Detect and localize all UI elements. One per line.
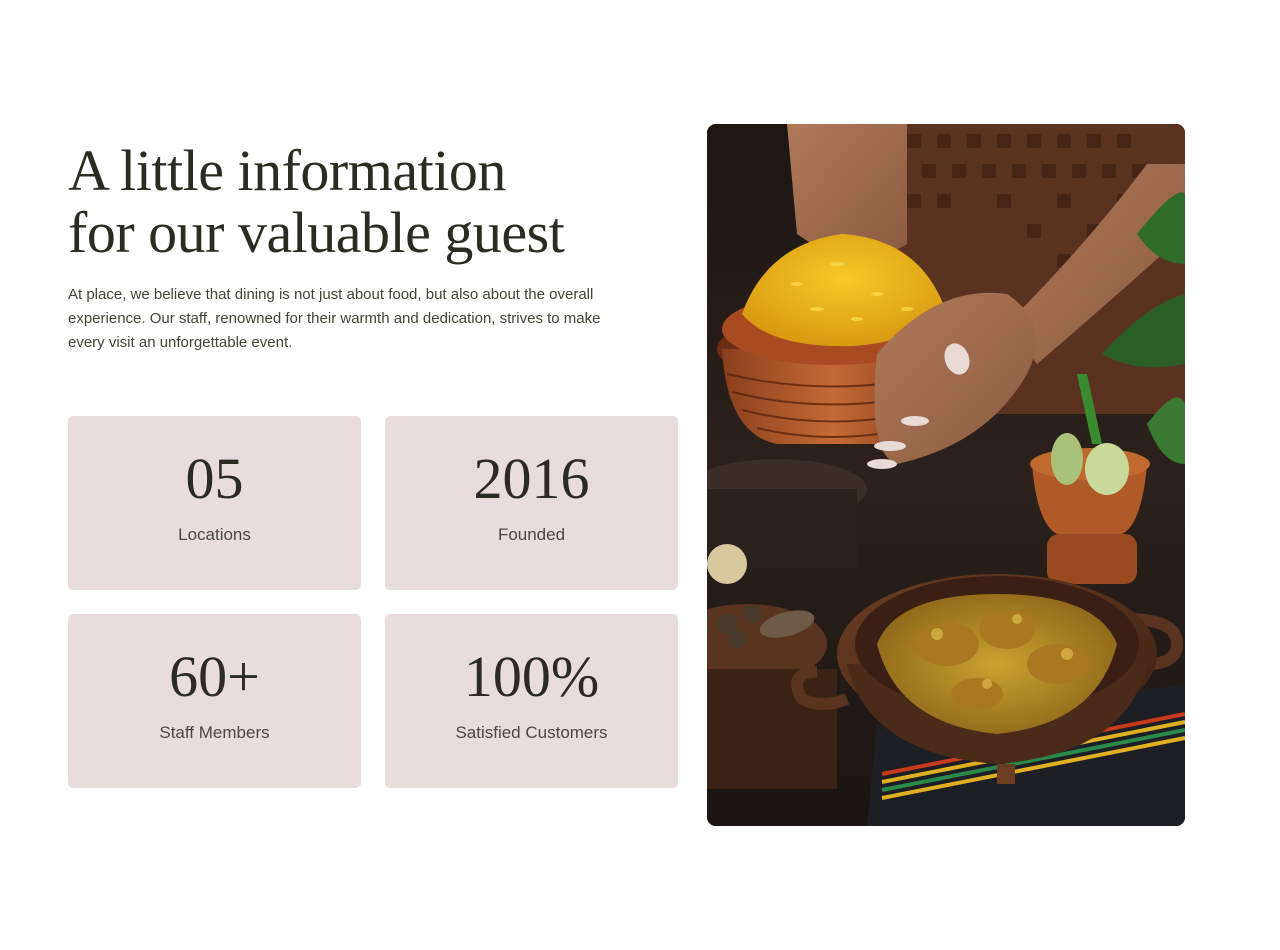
stat-value: 100% — [463, 644, 600, 709]
stat-label: Locations — [178, 525, 251, 544]
section-heading: A little information for our valuable gu… — [68, 140, 668, 264]
stat-label: Staff Members — [159, 723, 270, 742]
heading-line-2: for our valuable guest — [68, 200, 565, 265]
stat-value: 05 — [185, 446, 244, 511]
stat-label: Founded — [497, 525, 566, 544]
stat-card-locations: 05 Locations — [68, 416, 361, 590]
intro-paragraph: At place, we believe that dining is not … — [68, 286, 601, 351]
heading-line-1: A little information — [68, 138, 506, 203]
stat-label: Satisfied Customers — [455, 723, 608, 742]
food-photo — [707, 124, 1185, 826]
stat-value: 60+ — [169, 644, 260, 709]
stat-card-satisfied-customers: 100% Satisfied Customers — [385, 614, 678, 788]
stat-card-founded: 2016 Founded — [385, 416, 678, 590]
stat-value: 2016 — [473, 446, 590, 511]
stat-card-staff-members: 60+ Staff Members — [68, 614, 361, 788]
